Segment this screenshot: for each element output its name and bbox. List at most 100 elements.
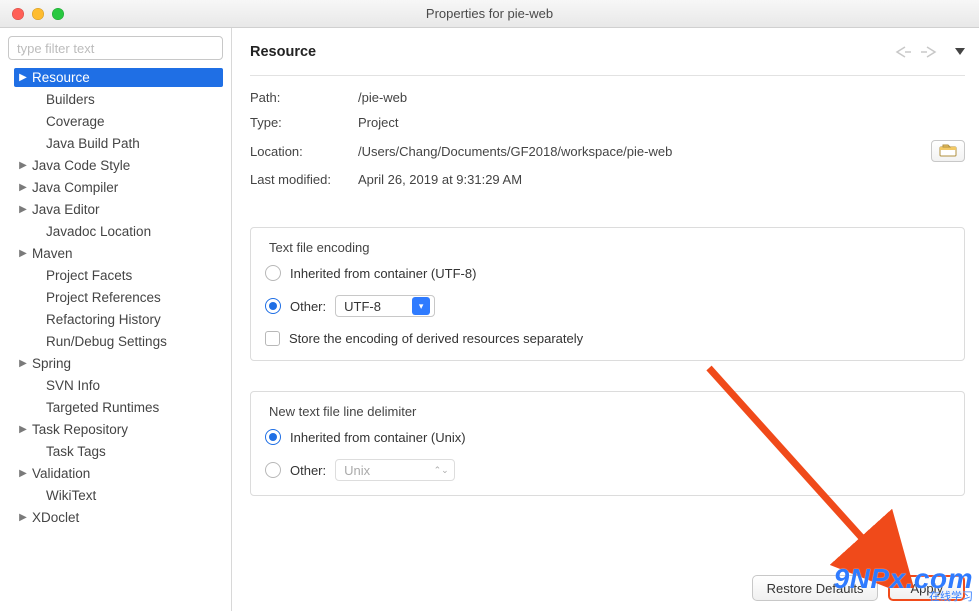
- chevron-down-icon: ▾: [412, 297, 430, 315]
- sidebar-item-label: Validation: [32, 466, 90, 481]
- location-label: Location:: [250, 144, 358, 159]
- properties-window: Properties for pie-web type filter text …: [0, 0, 979, 611]
- sidebar-item-label: Spring: [32, 356, 71, 371]
- derived-checkbox[interactable]: [265, 331, 280, 346]
- indent-spacer: [32, 380, 42, 391]
- apply-button[interactable]: Apply: [888, 575, 965, 601]
- minimize-icon[interactable]: [32, 8, 44, 20]
- disclosure-arrow-icon[interactable]: ▶: [18, 424, 28, 435]
- chevron-updown-icon: ⌃⌄: [432, 461, 450, 479]
- forward-icon[interactable]: [921, 45, 941, 59]
- delimiter-inherited-label: Inherited from container (Unix): [290, 430, 466, 445]
- disclosure-arrow-icon[interactable]: ▶: [18, 160, 28, 171]
- disclosure-arrow-icon[interactable]: ▶: [18, 182, 28, 193]
- back-icon[interactable]: [893, 45, 913, 59]
- indent-spacer: [32, 314, 42, 325]
- sidebar-item-java-compiler[interactable]: ▶ Java Compiler: [14, 178, 223, 197]
- indent-spacer: [32, 116, 42, 127]
- close-icon[interactable]: [12, 8, 24, 20]
- delimiter-legend: New text file line delimiter: [265, 404, 420, 419]
- sidebar-item-refactoring-history[interactable]: Refactoring History: [14, 310, 223, 329]
- encoding-other-radio[interactable]: [265, 298, 281, 314]
- disclosure-arrow-icon[interactable]: ▶: [18, 204, 28, 215]
- sidebar-item-validation[interactable]: ▶ Validation: [14, 464, 223, 483]
- type-value: Project: [358, 115, 965, 130]
- disclosure-arrow-icon[interactable]: ▶: [18, 468, 28, 479]
- modified-label: Last modified:: [250, 172, 358, 187]
- sidebar-item-wikitext[interactable]: WikiText: [14, 486, 223, 505]
- encoding-inherited-radio[interactable]: [265, 265, 281, 281]
- sidebar-item-label: WikiText: [46, 488, 96, 503]
- indent-spacer: [32, 138, 42, 149]
- show-in-finder-button[interactable]: [931, 140, 965, 162]
- sidebar-item-label: Builders: [46, 92, 95, 107]
- sidebar-item-task-repository[interactable]: ▶Task Repository: [14, 420, 223, 439]
- disclosure-arrow-icon[interactable]: ▶: [18, 358, 28, 369]
- sidebar-item-label: XDoclet: [32, 510, 79, 525]
- derived-label: Store the encoding of derived resources …: [289, 331, 583, 346]
- category-tree[interactable]: ▶ Resource Builders Coverage Java Build P…: [8, 66, 223, 603]
- sidebar-item-run-debug-settings[interactable]: Run/Debug Settings: [14, 332, 223, 351]
- sidebar-item-label: Java Compiler: [32, 180, 118, 195]
- delimiter-inherited-radio[interactable]: [265, 429, 281, 445]
- encoding-select[interactable]: UTF-8 ▾: [335, 295, 435, 317]
- window-title: Properties for pie-web: [0, 6, 979, 21]
- disclosure-arrow-icon[interactable]: ▶: [18, 72, 28, 83]
- indent-spacer: [32, 292, 42, 303]
- sidebar-item-label: Run/Debug Settings: [46, 334, 167, 349]
- sidebar-item-label: Java Editor: [32, 202, 100, 217]
- location-value: /Users/Chang/Documents/GF2018/workspace/…: [358, 144, 921, 159]
- encoding-inherited-label: Inherited from container (UTF-8): [290, 266, 476, 281]
- sidebar-item-java-build-path[interactable]: Java Build Path: [14, 134, 223, 153]
- restore-defaults-button[interactable]: Restore Defaults: [752, 575, 879, 601]
- sidebar-item-java-code-style[interactable]: ▶ Java Code Style: [14, 156, 223, 175]
- sidebar-item-label: Java Build Path: [46, 136, 140, 151]
- sidebar-item-label: Resource: [32, 70, 90, 85]
- sidebar-item-resource[interactable]: ▶ Resource: [14, 68, 223, 87]
- sidebar-item-label: Refactoring History: [46, 312, 161, 327]
- indent-spacer: [32, 336, 42, 347]
- sidebar-item-maven[interactable]: ▶ Maven: [14, 244, 223, 263]
- encoding-select-value: UTF-8: [344, 299, 381, 314]
- indent-spacer: [32, 490, 42, 501]
- finder-icon: [939, 144, 957, 158]
- sidebar-item-label: Project References: [46, 290, 161, 305]
- filter-input[interactable]: type filter text: [8, 36, 223, 60]
- zoom-icon[interactable]: [52, 8, 64, 20]
- sidebar-item-svn-info[interactable]: SVN Info: [14, 376, 223, 395]
- sidebar-item-label: Task Tags: [46, 444, 106, 459]
- delimiter-other-label: Other:: [290, 463, 326, 478]
- sidebar-item-builders[interactable]: Builders: [14, 90, 223, 109]
- modified-value: April 26, 2019 at 9:31:29 AM: [358, 172, 965, 187]
- sidebar-item-project-facets[interactable]: Project Facets: [14, 266, 223, 285]
- encoding-group: Text file encoding Inherited from contai…: [250, 227, 965, 361]
- sidebar-item-coverage[interactable]: Coverage: [14, 112, 223, 131]
- indent-spacer: [32, 226, 42, 237]
- delimiter-select: Unix ⌃⌄: [335, 459, 455, 481]
- sidebar-item-xdoclet[interactable]: ▶ XDoclet: [14, 508, 223, 527]
- sidebar-item-spring[interactable]: ▶ Spring: [14, 354, 223, 373]
- sidebar: type filter text ▶ Resource Builders Cove…: [0, 28, 232, 611]
- delimiter-other-radio[interactable]: [265, 462, 281, 478]
- content-pane: Resource Path: /pie-web Type:: [232, 28, 979, 611]
- window-controls: [0, 8, 64, 20]
- sidebar-item-task-tags[interactable]: Task Tags: [14, 442, 223, 461]
- sidebar-item-project-references[interactable]: Project References: [14, 288, 223, 307]
- sidebar-item-label: Targeted Runtimes: [46, 400, 159, 415]
- sidebar-item-java-editor[interactable]: ▶ Java Editor: [14, 200, 223, 219]
- menu-dropdown-icon[interactable]: [955, 48, 965, 55]
- page-title: Resource: [250, 44, 893, 60]
- sidebar-item-label: Maven: [32, 246, 73, 261]
- sidebar-item-label: Java Code Style: [32, 158, 130, 173]
- sidebar-item-targeted-runtimes[interactable]: Targeted Runtimes: [14, 398, 223, 417]
- indent-spacer: [32, 446, 42, 457]
- type-label: Type:: [250, 115, 358, 130]
- disclosure-arrow-icon[interactable]: ▶: [18, 248, 28, 259]
- sidebar-item-label: Project Facets: [46, 268, 132, 283]
- encoding-other-label: Other:: [290, 299, 326, 314]
- indent-spacer: [32, 270, 42, 281]
- sidebar-item-javadoc-location[interactable]: Javadoc Location: [14, 222, 223, 241]
- indent-spacer: [32, 402, 42, 413]
- encoding-legend: Text file encoding: [265, 240, 373, 255]
- disclosure-arrow-icon[interactable]: ▶: [18, 512, 28, 523]
